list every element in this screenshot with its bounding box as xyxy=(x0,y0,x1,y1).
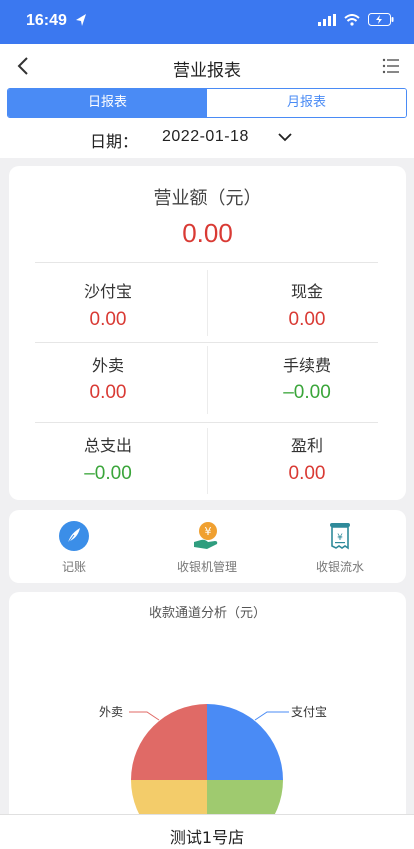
divider xyxy=(35,262,378,263)
wifi-icon xyxy=(344,13,360,26)
store-name: 测试1号店 xyxy=(169,828,245,847)
metric-value-takeout: 0.00 xyxy=(89,382,127,403)
takeout-leader-line xyxy=(129,711,160,721)
location-arrow-icon xyxy=(76,14,86,26)
cashier-flow-button[interactable]: ¥ 收银流水 xyxy=(280,520,400,575)
signal-icon xyxy=(318,13,336,26)
report-type-tabs: 日报表 月报表 xyxy=(7,88,407,118)
cashier-management-label: 收银机管理 xyxy=(176,560,237,574)
metric-value-expense: –0.00 xyxy=(84,463,132,484)
metric-label-alipay: 沙付宝 xyxy=(83,282,132,301)
pie-slice-0 xyxy=(207,704,283,780)
metric-value-profit: 0.00 xyxy=(288,463,326,484)
bookkeeping-button[interactable]: 记账 xyxy=(14,520,134,575)
status-indicators xyxy=(318,13,394,26)
battery-charging-icon xyxy=(368,13,394,26)
report-controls: 日报表 月报表 日期： 2022-01-18 xyxy=(0,88,414,158)
bookkeeping-label: 记账 xyxy=(61,560,86,574)
metric-value-cash: 0.00 xyxy=(288,309,326,330)
cashier-flow-label: 收银流水 xyxy=(315,560,364,574)
divider xyxy=(35,422,378,423)
cashier-icon: ¥ xyxy=(194,522,218,549)
store-footer: 测试1号店 xyxy=(0,814,414,849)
date-picker[interactable]: 日期： 2022-01-18 xyxy=(0,128,414,152)
status-bar: 16:49 xyxy=(0,0,414,44)
navigation-bar: 营业报表 xyxy=(0,44,414,88)
svg-text:¥: ¥ xyxy=(205,525,212,538)
divider xyxy=(35,342,378,343)
metric-label-profit: 盈利 xyxy=(290,436,323,455)
pie-slice-3 xyxy=(131,704,207,780)
pen-icon xyxy=(59,521,89,551)
svg-text:¥: ¥ xyxy=(337,533,343,543)
chart-label-alipay: 支付宝 xyxy=(291,705,327,719)
tab-daily-report[interactable]: 日报表 xyxy=(8,89,207,117)
metric-label-expense: 总支出 xyxy=(83,436,132,455)
alipay-leader-line xyxy=(254,711,289,721)
quick-actions-card: 记账 ¥ 收银机管理 ¥ 收银流水 xyxy=(9,510,406,583)
chevron-down-icon[interactable] xyxy=(277,131,293,143)
metric-label-cash: 现金 xyxy=(290,282,323,301)
status-time: 16:49 xyxy=(26,12,67,29)
metric-label-takeout: 外卖 xyxy=(91,356,124,375)
metric-label-fee: 手续费 xyxy=(282,356,331,375)
payment-channel-chart-card: 收款通道分析（元） 支付宝 外卖 xyxy=(9,592,406,849)
chart-label-takeout: 外卖 xyxy=(99,705,123,719)
revenue-value: 0.00 xyxy=(182,218,233,248)
receipt-icon: ¥ xyxy=(330,523,350,550)
list-menu-icon[interactable] xyxy=(382,57,400,75)
metric-value-fee: –0.00 xyxy=(283,382,331,403)
payment-channel-pie-chart: 支付宝 外卖 xyxy=(99,704,327,849)
date-value[interactable]: 2022-01-18 xyxy=(162,128,249,146)
revenue-label: 营业额（元） xyxy=(153,188,262,209)
date-label: 日期： xyxy=(90,132,139,151)
metric-value-alipay: 0.00 xyxy=(89,309,127,330)
tab-monthly-report[interactable]: 月报表 xyxy=(207,89,406,117)
cashier-management-button[interactable]: ¥ 收银机管理 xyxy=(147,520,267,575)
revenue-summary-card: 营业额（元） 0.00 沙付宝 0.00 现金 0.00 外卖 0.00 手续费… xyxy=(9,166,406,500)
page-title: 营业报表 xyxy=(173,61,241,81)
